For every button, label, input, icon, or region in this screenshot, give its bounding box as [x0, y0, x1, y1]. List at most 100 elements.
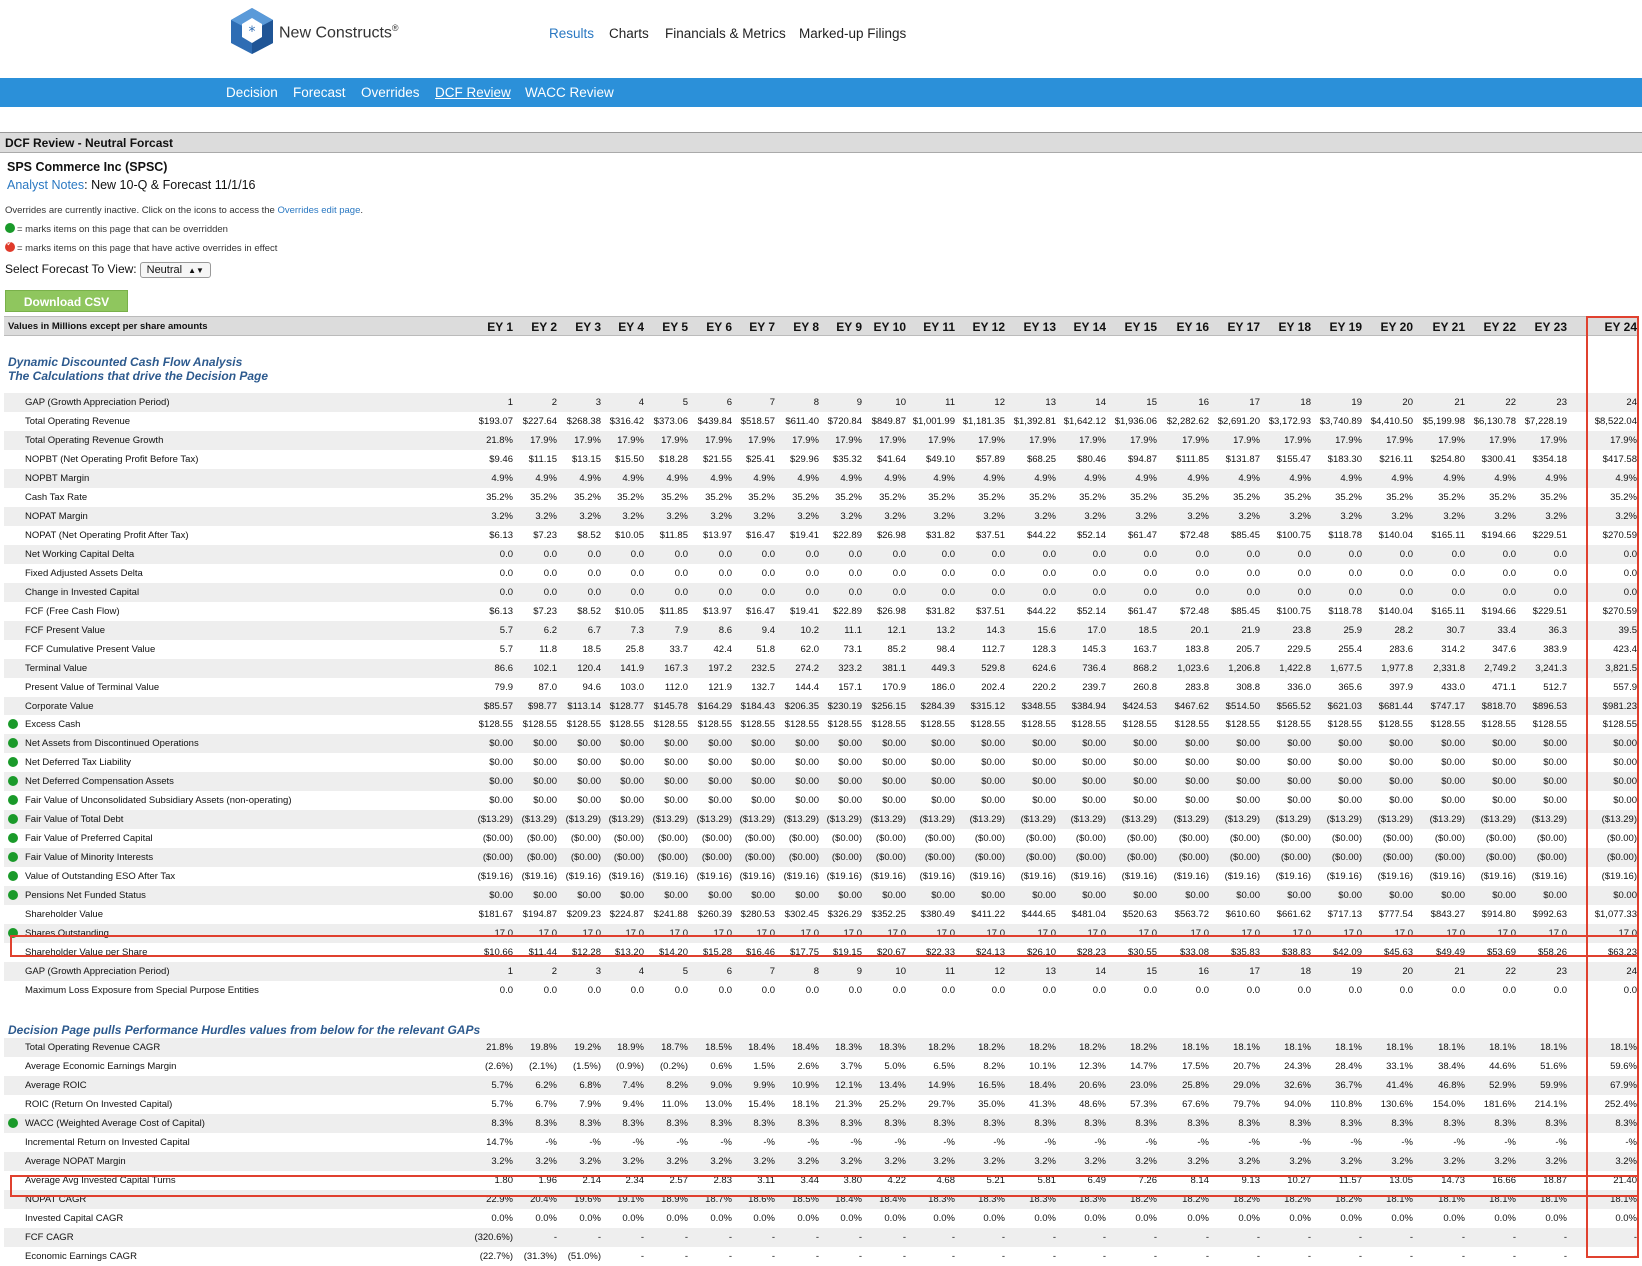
- table-cell: ($0.00): [1434, 852, 1465, 864]
- table-cell: 5.7: [499, 624, 513, 636]
- table-cell: ($13.29): [565, 814, 601, 826]
- top-nav-charts[interactable]: Charts: [609, 26, 649, 41]
- table-cell: $155.47: [1276, 453, 1311, 465]
- table-cell: 19.6%: [574, 1193, 601, 1205]
- forecast-select[interactable]: Neutral ▲▼: [139, 262, 211, 278]
- download-csv-button[interactable]: Download CSV: [5, 290, 128, 312]
- table-row: Shareholder Value per Share $10.66 $11.44 $…: [4, 943, 1638, 962]
- table-cell: 17.0: [1497, 928, 1517, 940]
- table-cell: 112.7: [981, 643, 1005, 655]
- top-nav-marked-up-filings[interactable]: Marked-up Filings: [799, 26, 906, 41]
- table-cell: 18.2%: [1335, 1193, 1362, 1205]
- table-cell: 17.0: [800, 928, 820, 940]
- table-cell: $0.00: [751, 795, 775, 807]
- override-dot-icon[interactable]: [8, 814, 18, 825]
- table-cell: 0.0: [1553, 567, 1567, 579]
- override-dot-icon[interactable]: [8, 776, 18, 787]
- table-cell: 18.1%: [1540, 1193, 1567, 1205]
- table-cell: $0.00: [577, 795, 601, 807]
- top-nav-results[interactable]: Results: [549, 26, 594, 41]
- row-label: Cash Tax Rate: [25, 491, 88, 503]
- table-cell: 3.2%: [666, 1155, 688, 1167]
- table-cell: 0.0%: [666, 1212, 688, 1224]
- table-cell: $0.00: [577, 890, 601, 902]
- override-dot-icon[interactable]: [8, 852, 18, 863]
- table-cell: $717.13: [1327, 909, 1362, 921]
- table-cell: -%: [545, 1136, 557, 1148]
- table-cell: $164.29: [697, 700, 732, 712]
- table-cell: $63.23: [1607, 947, 1637, 959]
- override-dot-icon[interactable]: [8, 757, 18, 768]
- table-cell: 6.5%: [933, 1060, 955, 1072]
- table-cell: $0.00: [1185, 738, 1209, 750]
- table-cell: 17: [1249, 966, 1260, 978]
- table-cell: 8.3%: [753, 1117, 775, 1129]
- table-cell: 17.9%: [1438, 434, 1465, 446]
- table-cell: ($0.00): [1280, 852, 1311, 864]
- table-cell: 5.0%: [884, 1060, 906, 1072]
- override-dot-icon[interactable]: [8, 928, 18, 939]
- table-cell: 17.0: [1241, 928, 1261, 940]
- table-cell: 13: [1045, 966, 1056, 978]
- override-dot-icon[interactable]: [8, 719, 18, 730]
- table-cell: 1,977.8: [1381, 662, 1413, 674]
- table-cell: -: [858, 1231, 862, 1243]
- override-dot-icon[interactable]: [8, 833, 18, 844]
- table-cell: 17.0: [669, 928, 689, 940]
- table-cell: $777.54: [1378, 909, 1413, 921]
- table-cell: ($0.00): [1331, 833, 1362, 845]
- table-cell: $0.00: [533, 738, 557, 750]
- table-cell: ($0.00): [831, 833, 862, 845]
- analyst-notes-link[interactable]: Analyst Notes: [7, 178, 84, 192]
- table-cell: $165.11: [1431, 529, 1465, 541]
- table-cell: $284.39: [920, 700, 955, 712]
- override-dot-icon[interactable]: [8, 1117, 18, 1128]
- table-cell: 3.2%: [1238, 510, 1260, 522]
- table-cell: 18.1%: [1489, 1042, 1516, 1053]
- table-row: Total Operating Revenue CAGR 21.8% 19.8% 19…: [4, 1038, 1638, 1057]
- table-cell: 423.4: [1613, 643, 1637, 655]
- table-cell: $8.52: [577, 605, 601, 617]
- table-cell: 20: [1402, 966, 1413, 978]
- table-cell: 0.0: [892, 548, 906, 560]
- table-cell: $373.06: [653, 415, 688, 427]
- table-cell: $0.00: [751, 738, 775, 750]
- row-label: Invested Capital CAGR: [25, 1212, 124, 1224]
- sub-nav-decision[interactable]: Decision: [226, 85, 278, 100]
- table-cell: $25.41: [745, 453, 775, 465]
- sub-nav-wacc-review[interactable]: WACC Review: [525, 85, 614, 100]
- table-cell: ($0.00): [570, 833, 601, 845]
- table-cell: 12: [994, 397, 1005, 408]
- table-cell: 0.0: [1195, 567, 1209, 579]
- override-dot-icon[interactable]: [8, 871, 18, 882]
- overrides-edit-link[interactable]: Overrides edit page: [277, 205, 360, 216]
- table-cell: 0.0%: [1238, 1212, 1260, 1224]
- sub-nav-forecast[interactable]: Forecast: [293, 85, 346, 100]
- table-cell: 23.8: [1292, 624, 1312, 636]
- table-cell: -%: [993, 1136, 1005, 1148]
- table-cell: 0.0: [892, 985, 906, 997]
- table-cell: 0.0: [499, 548, 513, 560]
- override-dot-icon[interactable]: [8, 738, 18, 749]
- table-cell: $0.00: [1613, 890, 1637, 902]
- table-cell: 0.0: [543, 586, 557, 598]
- table-cell: 6: [726, 397, 732, 408]
- override-dot-icon[interactable]: [8, 890, 18, 901]
- table-cell: 6: [726, 966, 732, 978]
- override-dot-icon[interactable]: [8, 795, 18, 806]
- table-cell: $0.00: [838, 738, 862, 750]
- row-label: Corporate Value: [25, 700, 94, 712]
- table-cell: ($13.29): [1601, 814, 1637, 826]
- table-cell: 18.3%: [835, 1042, 862, 1053]
- table-cell: -%: [720, 1136, 732, 1148]
- sub-nav-dcf-review[interactable]: DCF Review: [435, 85, 511, 100]
- table-cell: $0.00: [577, 776, 601, 788]
- top-nav-financials-metrics[interactable]: Financials & Metrics: [665, 26, 786, 41]
- table-cell: $0.00: [489, 738, 513, 750]
- table-cell: 4.9%: [666, 472, 688, 484]
- table-cell: 18.1%: [1386, 1193, 1413, 1205]
- table-cell: 8.3%: [535, 1117, 557, 1129]
- table-cell: 10.27: [1287, 1174, 1311, 1186]
- sub-nav-overrides[interactable]: Overrides: [361, 85, 420, 100]
- table-cell: 51.8: [756, 643, 776, 655]
